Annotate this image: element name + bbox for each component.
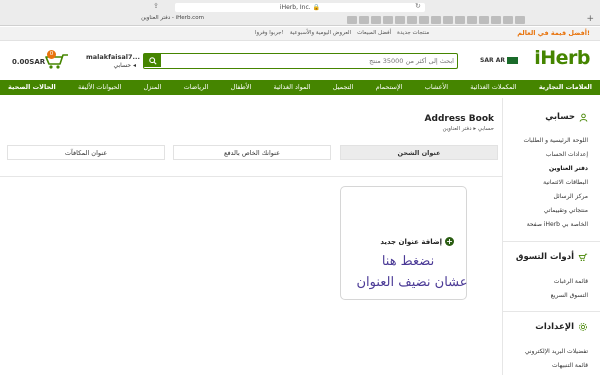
nav-brands[interactable]: العلامات التجارية (539, 80, 592, 95)
nav-home[interactable]: المنزل (144, 80, 162, 95)
favorite-icon[interactable] (503, 16, 513, 24)
nav-supplements[interactable]: المكملات الغذائية (470, 80, 516, 95)
caret-left-icon: ◂ (132, 62, 136, 69)
tab-billing-address[interactable]: عنوانك الخاص بالدفع (173, 145, 331, 160)
favorite-icon[interactable] (383, 16, 393, 24)
favorite-icon[interactable] (419, 16, 429, 24)
nav-herbs[interactable]: الأعشاب (425, 80, 448, 95)
top-links: جربوا وفروا! العروض اليومية والأسبوعية أ… (255, 30, 429, 36)
category-nav: العلامات التجارية المكملات الغذائية الأع… (0, 80, 600, 95)
favorite-icon[interactable] (491, 16, 501, 24)
sidebar-item-alerts[interactable]: قائمة التنبيهات (552, 362, 588, 369)
cart-count-badge: 0 (47, 50, 56, 59)
currency-language-selector[interactable]: SAR AR (480, 57, 505, 64)
sidebar-item-dashboard[interactable]: اللوحة الرئيسية و الطلبات (524, 137, 588, 144)
search-input[interactable] (164, 54, 454, 67)
favorite-icon[interactable] (467, 16, 477, 24)
handwritten-note-line1: نضغط هنا (381, 254, 435, 269)
gear-icon (579, 323, 587, 331)
sidebar-item-address-book[interactable]: دفتر العناوين (549, 165, 588, 172)
favorite-icon[interactable] (371, 16, 381, 24)
sidebar-item-my-page[interactable]: صفحة iHerb الخاصة بي (527, 221, 588, 228)
sidebar-heading-shopping-label: أدوات التسوق (515, 252, 574, 262)
cart-total[interactable]: 0.00SAR (12, 58, 45, 66)
reload-icon[interactable]: ↻ (415, 2, 421, 10)
url-text: iHerb, Inc. (279, 4, 311, 11)
search-box (143, 53, 458, 69)
favorite-icon[interactable] (431, 16, 441, 24)
sidebar-divider (503, 241, 600, 242)
sidebar-item-wishlist[interactable]: قائمة الرغبات (554, 278, 588, 285)
nav-health[interactable]: الحالات الصحية (8, 80, 56, 95)
browser-chrome: ⇪ iHerb, Inc. 🔒 ↻ دفتر العناوين - iHerb.… (0, 0, 600, 26)
lock-icon: 🔒 (312, 4, 321, 11)
sidebar-item-account-settings[interactable]: إعدادات الحساب (546, 151, 588, 158)
language-label: AR (495, 57, 505, 64)
top-link-try[interactable]: جربوا وفروا! (255, 30, 284, 36)
favorite-icon[interactable] (515, 16, 525, 24)
sidebar-item-quick-shop[interactable]: التسوق السريع (551, 292, 588, 299)
favorite-icon[interactable] (407, 16, 417, 24)
favorite-icon[interactable] (395, 16, 405, 24)
favorite-icon[interactable] (455, 16, 465, 24)
favorite-icon[interactable] (443, 16, 453, 24)
plus-circle-icon: + (445, 237, 454, 246)
add-new-address-button[interactable]: إضافة عنوان جديد + (380, 237, 454, 246)
nav-bath[interactable]: الإستحمام (376, 80, 403, 95)
nav-kids[interactable]: الأطفال (231, 80, 252, 95)
sidebar-heading-shopping-tools[interactable]: أدوات التسوق (516, 252, 588, 262)
new-tab-icon[interactable]: + (586, 14, 594, 24)
account-sidebar: حسابي اللوحة الرئيسية و الطلبات إعدادات … (502, 98, 600, 375)
account-link: حسابي ◂ (86, 62, 137, 69)
sidebar-divider (503, 311, 600, 312)
sidebar-heading-settings[interactable]: الإعدادات (535, 322, 588, 332)
sidebar-item-message-center[interactable]: مركز الرسائل (554, 193, 588, 200)
favorite-icon[interactable] (347, 16, 357, 24)
favorite-icon[interactable] (359, 16, 369, 24)
sidebar-heading-account[interactable]: حسابي (545, 112, 588, 122)
handwritten-note-line2: عشان نضيف العنوان (356, 275, 468, 290)
saudi-flag-icon[interactable] (507, 57, 518, 64)
tab-title[interactable]: دفتر العناوين - iHerb.com (0, 15, 345, 21)
sidebar-heading-settings-label: الإعدادات (535, 322, 574, 332)
top-strip: جربوا وفروا! العروض اليومية والأسبوعية أ… (0, 27, 600, 41)
search-icon (148, 56, 157, 65)
nav-beauty[interactable]: التجميل (333, 80, 354, 95)
tab-rewards-address[interactable]: عنوان المكافآت (7, 145, 165, 160)
top-link-new[interactable]: منتجات جديدة (397, 30, 429, 36)
divider (0, 176, 502, 177)
search-button[interactable] (144, 54, 161, 67)
cart-icon (578, 253, 588, 261)
address-bar[interactable]: iHerb, Inc. 🔒 (175, 3, 425, 12)
add-new-address-label: إضافة عنوان جديد (380, 237, 442, 246)
account-name: malakfaisal7... (86, 53, 140, 61)
page-title: Address Book (424, 114, 494, 124)
breadcrumb[interactable]: حسابي ▸ دفتر العناوين (443, 126, 494, 132)
sidebar-heading-account-label: حسابي (545, 112, 575, 122)
account-menu[interactable]: malakfaisal7... حسابي ◂ (86, 53, 140, 69)
top-link-deals[interactable]: العروض اليومية والأسبوعية (290, 30, 351, 36)
top-link-bestsellers[interactable]: أفضل المبيعات (357, 30, 391, 36)
currency-label: SAR (480, 57, 494, 64)
user-icon (579, 113, 588, 122)
promo-text[interactable]: أفضل قيمة في العالم! (517, 29, 590, 37)
nav-pets[interactable]: الحيوانات الأليفة (78, 80, 121, 95)
nav-sports[interactable]: الرياضات (184, 80, 209, 95)
favorites-bar (347, 16, 525, 24)
share-icon[interactable]: ⇪ (153, 2, 159, 10)
tab-bar: دفتر العناوين - iHerb.com + (0, 14, 600, 26)
sidebar-item-products-reviews[interactable]: منتجاتي وتقييماتي (544, 207, 588, 214)
nav-grocery[interactable]: المواد الغذائية (274, 80, 311, 95)
tab-shipping-address[interactable]: عنوان الشحن (340, 145, 498, 160)
iherb-logo[interactable]: iHerb (534, 47, 590, 69)
sidebar-item-credit-cards[interactable]: البطاقات الائتمانية (543, 179, 588, 186)
account-sub-label: حسابي (113, 62, 132, 69)
sidebar-item-email-preferences[interactable]: تفضيلات البريد الإلكتروني (525, 348, 588, 355)
favorite-icon[interactable] (479, 16, 489, 24)
